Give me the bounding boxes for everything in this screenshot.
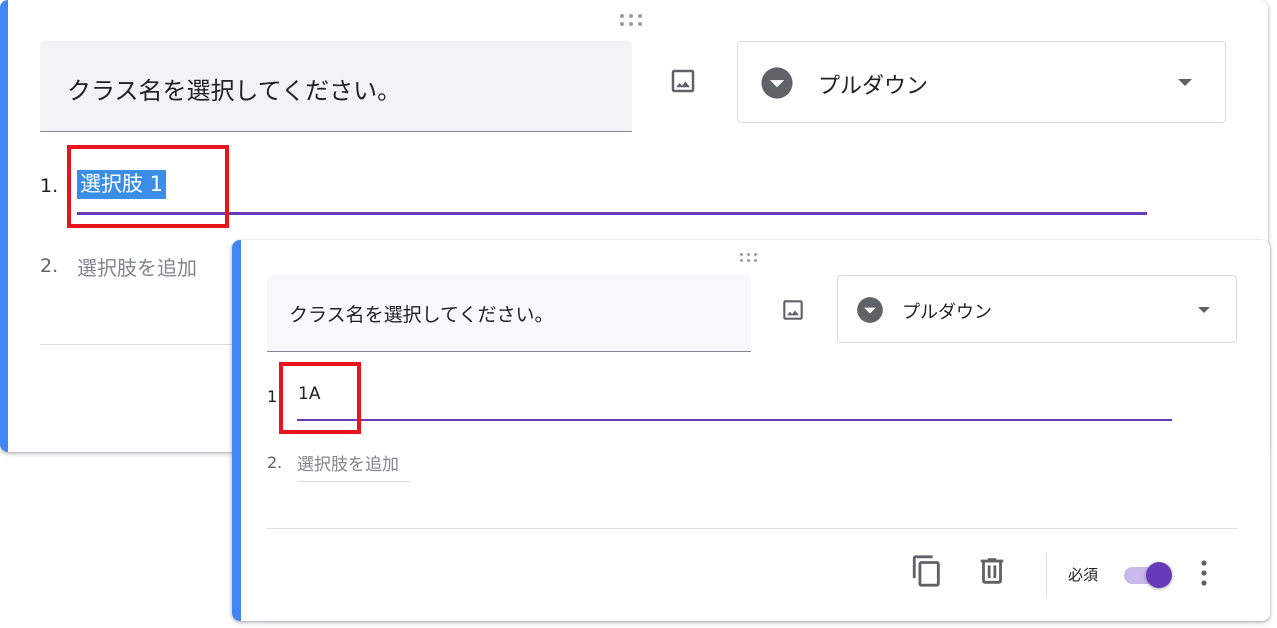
question-title-text: クラス名を選択してください。 <box>67 77 402 105</box>
footer-separator <box>1046 553 1047 596</box>
card-divider <box>267 528 1237 529</box>
question-title-text: クラス名を選択してください。 <box>289 304 554 326</box>
question-type-label: プルダウン <box>818 74 929 99</box>
question-type-dropdown[interactable]: プルダウン <box>737 41 1226 123</box>
question-card-front[interactable]: クラス名を選択してください。 プルダウン 1 1A 2. 選択肢を追加 必須 <box>232 240 1270 621</box>
trash-icon[interactable] <box>975 553 1009 589</box>
image-icon[interactable] <box>668 66 698 96</box>
add-option-button[interactable]: 選択肢を追加 <box>297 450 399 475</box>
add-option-button[interactable]: 選択肢を追加 <box>77 252 197 281</box>
question-type-label: プルダウン <box>902 302 992 323</box>
more-vert-icon[interactable] <box>1192 556 1216 590</box>
required-label: 必須 <box>1068 566 1099 584</box>
drag-handle-icon[interactable] <box>620 14 644 26</box>
toggle-knob <box>1146 562 1172 588</box>
caret-down-icon <box>1178 79 1192 86</box>
dropdown-circle-icon <box>857 297 883 323</box>
copy-icon[interactable] <box>910 553 944 589</box>
question-title-field[interactable]: クラス名を選択してください。 <box>267 275 751 352</box>
option-1-number: 1 <box>267 387 278 406</box>
option-2-number: 2. <box>40 255 59 277</box>
drag-handle-icon[interactable] <box>740 253 760 263</box>
question-type-dropdown[interactable]: プルダウン <box>837 275 1237 343</box>
highlight-box <box>279 362 361 434</box>
caret-down-icon <box>1198 307 1210 313</box>
image-icon[interactable] <box>780 297 806 323</box>
highlight-box <box>67 145 229 228</box>
option-1-underline <box>297 419 1172 421</box>
dropdown-circle-icon <box>761 67 793 99</box>
card-accent-bar <box>232 240 241 621</box>
required-toggle[interactable] <box>1122 560 1174 590</box>
card-accent-bar <box>0 0 8 452</box>
option-1-underline <box>77 212 1147 215</box>
add-option-underline <box>297 481 411 482</box>
option-1-number: 1. <box>40 175 59 197</box>
question-title-field[interactable]: クラス名を選択してください。 <box>40 41 632 132</box>
option-2-number: 2. <box>267 453 283 472</box>
